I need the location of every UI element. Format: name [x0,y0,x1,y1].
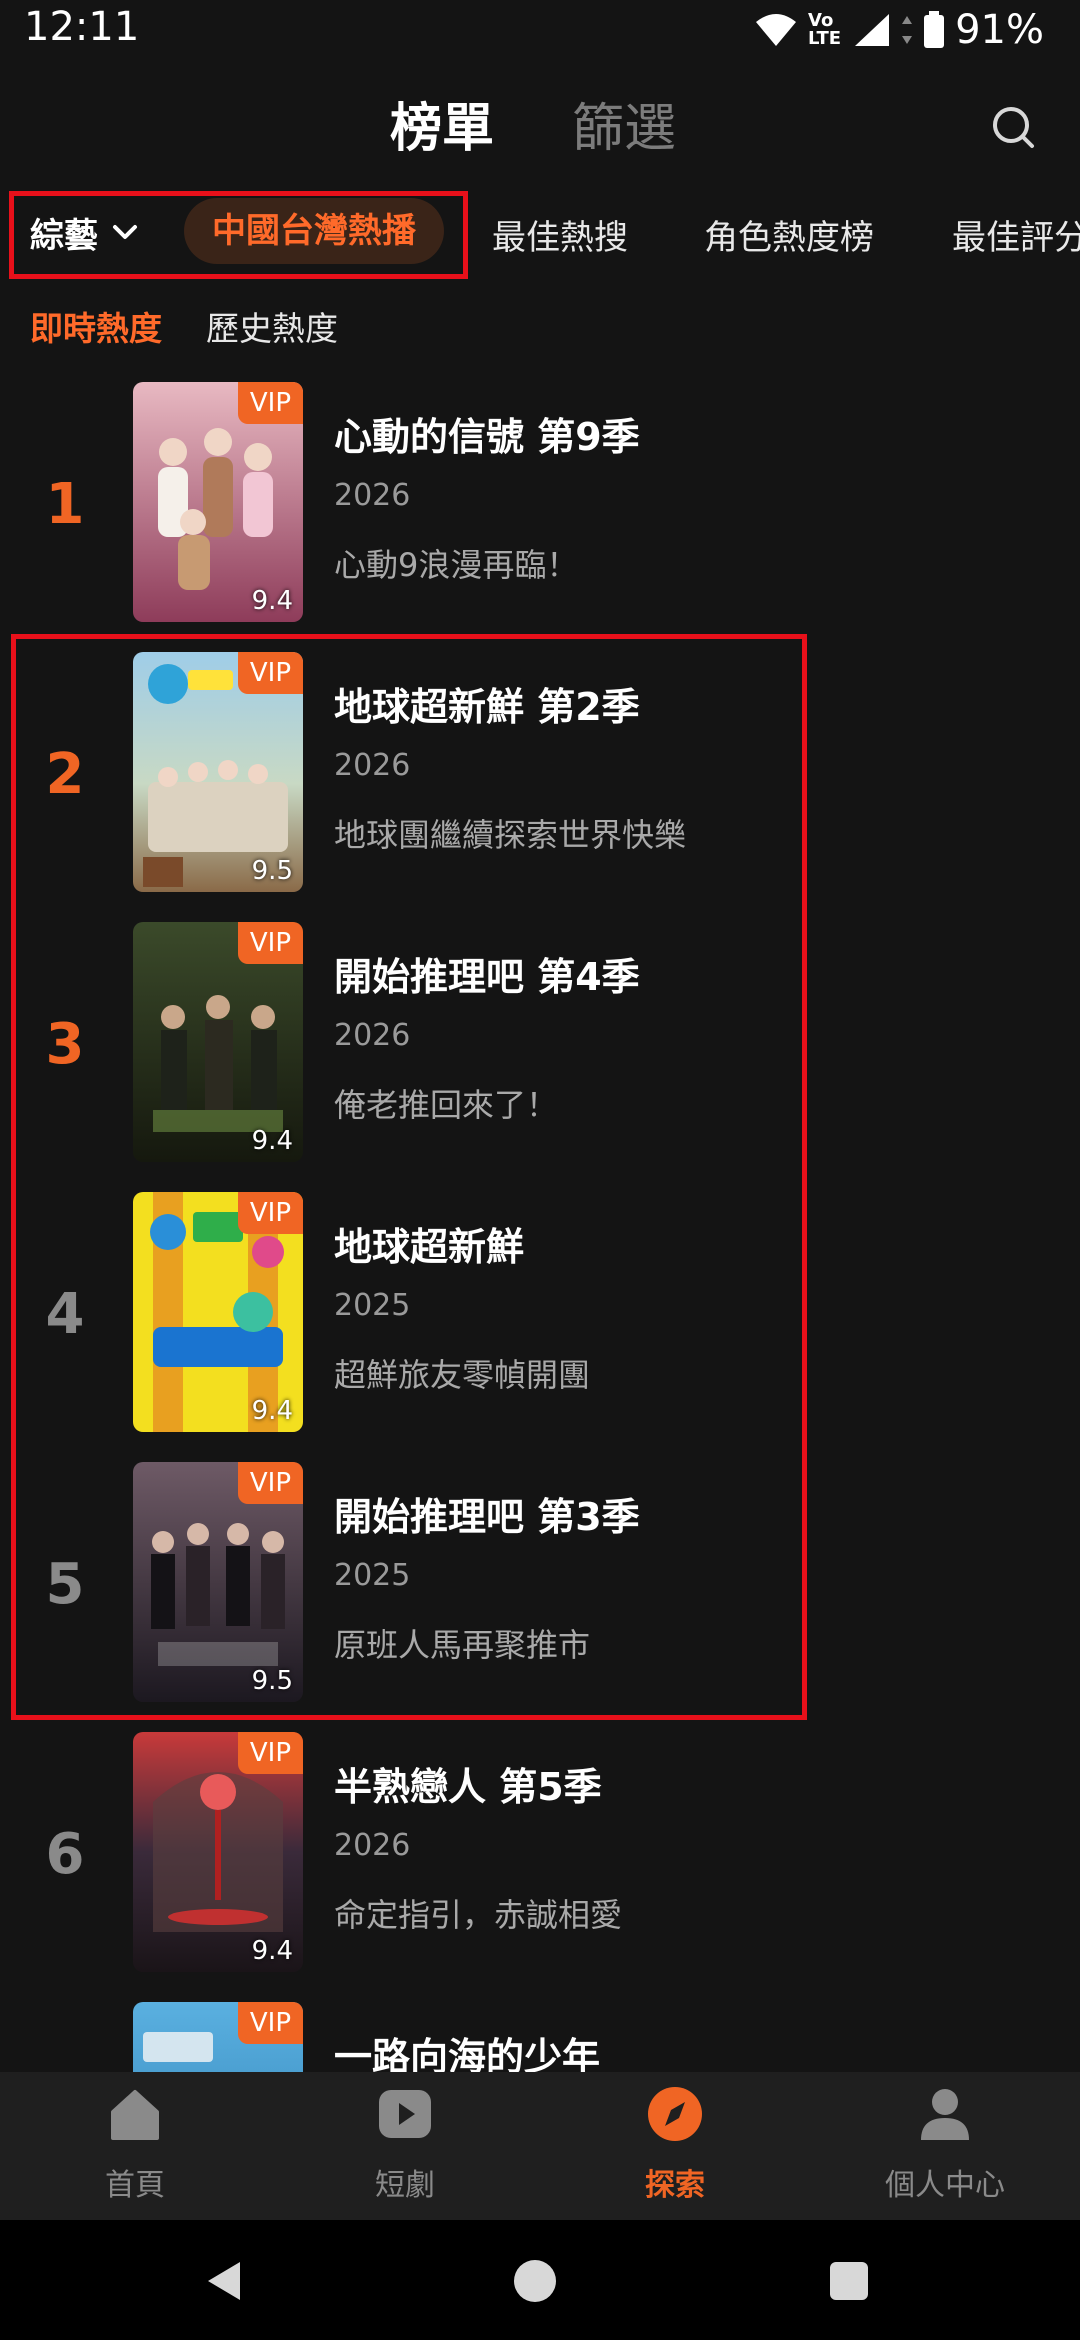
poster-score: 9.4 [251,1936,293,1966]
person-icon [921,2089,969,2140]
tab-filter[interactable]: 篩選 [572,86,676,161]
signal-icon [855,14,890,46]
category-item-character-heat[interactable]: 角色熱度榜 [704,210,874,259]
nav-short-drama[interactable]: 短劇 [270,2072,540,2220]
recents-icon[interactable] [826,2258,872,2304]
sub-tab-realtime[interactable]: 即時熱度 [30,302,162,352]
ranking-item[interactable]: 6 VIP 9.4 半熟戀人 第5季 2026 命定指引，赤誠相愛 [0,1728,1080,1998]
category-item-hot-search[interactable]: 最佳熱搜 [492,210,628,259]
search-icon[interactable] [986,100,1042,156]
show-description: 心動9浪漫再臨！ [334,546,579,584]
nav-home-label: 首頁 [105,2168,165,2203]
show-title: 半熟戀人 第5季 [334,1765,602,1809]
rank-number: 6 [45,1822,85,1887]
poster-image[interactable]: VIP 9.4 [133,1732,303,1972]
sub-tab-history[interactable]: 歷史熱度 [206,302,338,352]
poster-score: 9.4 [251,586,293,616]
vip-badge: VIP [237,382,303,424]
play-icon [379,2090,431,2138]
show-title: 心動的信號 第9季 [334,415,640,459]
nav-profile-label: 個人中心 [885,2168,1005,2203]
home-circle-icon[interactable] [512,2258,558,2304]
data-arrows-icon [902,16,913,44]
tab-ranking[interactable]: 榜單 [390,86,494,161]
rank-number: 1 [45,472,85,537]
annotation-box [9,191,468,279]
nav-short-drama-label: 短劇 [375,2168,435,2203]
show-year: 2026 [334,1828,411,1863]
nav-home[interactable]: 首頁 [0,2072,270,2220]
status-time: 12:11 [24,4,140,50]
status-bar: 12:11 Vo LTE 91% [0,0,1080,60]
nav-explore-label: 探索 [645,2168,705,2203]
show-year: 2026 [334,478,411,513]
wifi-icon [756,14,797,46]
volte-icon: Vo LTE [808,10,842,49]
category-item-best-rating[interactable]: 最佳評分 [952,210,1080,259]
status-icons: Vo LTE 91% [754,6,1044,54]
battery-percent: 91% [955,7,1044,53]
top-tabs: 榜單 篩選 [0,80,1080,170]
bottom-nav: 首頁 短劇 探索 個人中心 [0,2072,1080,2220]
show-description: 命定指引，赤誠相愛 [334,1896,623,1934]
vip-badge: VIP [237,2002,303,2044]
poster-image[interactable]: VIP 9.4 [133,382,303,622]
vip-badge: VIP [237,1732,303,1774]
ranking-item[interactable]: 1 VIP 9.4 心動的信號 第9季 2026 心動9浪漫再臨！ [0,378,1080,648]
nav-profile[interactable]: 個人中心 [810,2072,1080,2220]
system-nav-bar [0,2220,1080,2340]
back-icon[interactable] [202,2258,248,2304]
nav-explore[interactable]: 探索 [540,2072,810,2220]
annotation-box [11,634,807,1720]
sub-tabs: 即時熱度 歷史熱度 [30,302,338,352]
home-icon [111,2090,159,2140]
compass-icon [648,2087,702,2141]
battery-icon [924,11,945,48]
